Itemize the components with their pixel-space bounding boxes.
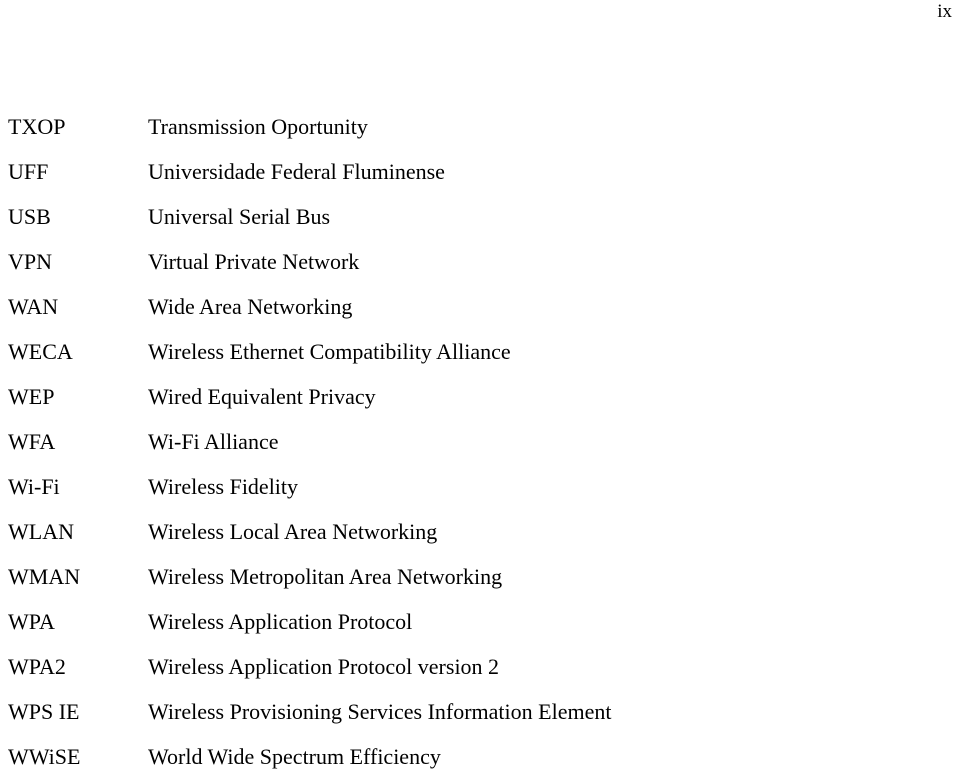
glossary-entry: WAN Wide Area Networking — [0, 284, 960, 329]
document-page: ix TXOP Transmission Oportunity UFF Univers… — [0, 0, 960, 770]
glossary-entry: WWiSE World Wide Spectrum Efficiency — [0, 734, 960, 770]
glossary-entry: WECA Wireless Ethernet Compatibility Alli… — [0, 329, 960, 374]
glossary-definition: Universidade Federal Fluminense — [148, 159, 445, 184]
glossary-entry: UFF Universidade Federal Fluminense — [0, 149, 960, 194]
glossary-definition: World Wide Spectrum Efficiency — [148, 744, 441, 769]
glossary-entry: TXOP Transmission Oportunity — [0, 104, 960, 149]
glossary-definition: Wireless Application Protocol version 2 — [148, 654, 500, 679]
glossary-definition: Wi-Fi Alliance — [148, 429, 279, 454]
glossary-term: WAN — [8, 294, 59, 319]
glossary-term: WPA2 — [8, 654, 66, 679]
glossary-list: TXOP Transmission Oportunity UFF Universida… — [0, 104, 960, 770]
glossary-entry: USB Universal Serial Bus — [0, 194, 960, 239]
glossary-term: WWiSE — [8, 744, 81, 769]
glossary-definition: Wireless Local Area Networking — [148, 519, 438, 544]
glossary-entry: WEP Wired Equivalent Privacy — [0, 374, 960, 419]
glossary-term: WLAN — [8, 519, 74, 544]
glossary-entry: WPA2 Wireless Application Protocol versio… — [0, 644, 960, 689]
glossary-entry: Wi-Fi Wireless Fidelity — [0, 464, 960, 509]
glossary-term: WFA — [8, 429, 56, 454]
glossary-entry: WMAN Wireless Metropolitan Area Networkin… — [0, 554, 960, 599]
glossary-entry: WLAN Wireless Local Area Networking — [0, 509, 960, 554]
glossary-term: VPN — [8, 249, 53, 274]
glossary-entry: WFA Wi-Fi Alliance — [0, 419, 960, 464]
glossary-definition: Wireless Ethernet Compatibility Alliance — [148, 339, 511, 364]
glossary-entry: WPA Wireless Application Protocol — [0, 599, 960, 644]
glossary-term: TXOP — [8, 114, 66, 139]
glossary-definition: Wireless Metropolitan Area Networking — [148, 564, 503, 589]
glossary-definition: Virtual Private Network — [148, 249, 360, 274]
glossary-definition: Universal Serial Bus — [148, 204, 331, 229]
glossary-definition: Wireless Provisioning Services Informati… — [148, 699, 612, 724]
glossary-term: WPS IE — [8, 699, 80, 724]
glossary-term: WPA — [8, 609, 55, 634]
glossary-term: WEP — [8, 384, 55, 409]
page-number: ix — [937, 1, 952, 22]
glossary-definition: Transmission Oportunity — [148, 114, 368, 139]
glossary-term: UFF — [8, 159, 49, 184]
glossary-entry: VPN Virtual Private Network — [0, 239, 960, 284]
glossary-term: USB — [8, 204, 51, 229]
glossary-term: WECA — [8, 339, 73, 364]
glossary-definition: Wireless Fidelity — [148, 474, 299, 499]
glossary-definition: Wireless Application Protocol — [148, 609, 413, 634]
glossary-definition: Wide Area Networking — [148, 294, 353, 319]
glossary-entry: WPS IE Wireless Provisioning Services Inf… — [0, 689, 960, 734]
glossary-term: WMAN — [8, 564, 81, 589]
glossary-term: Wi-Fi — [8, 474, 60, 499]
glossary-definition: Wired Equivalent Privacy — [148, 384, 376, 409]
